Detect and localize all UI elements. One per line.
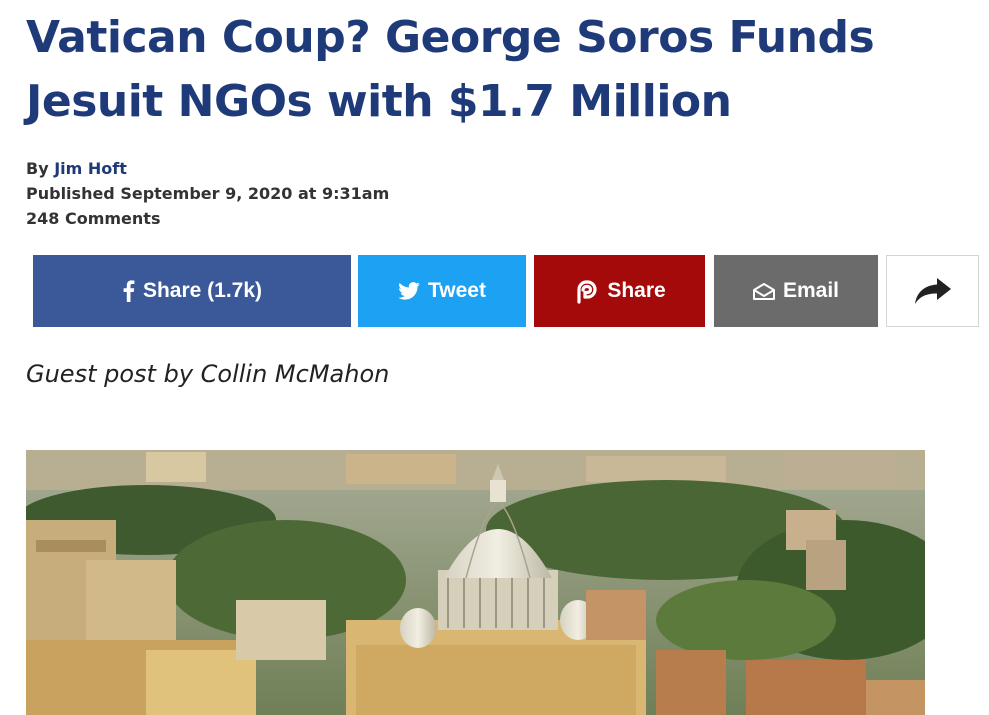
article-title: Vatican Coup? George Soros Funds Jesuit … — [26, 12, 875, 127]
more-share-button[interactable] — [886, 255, 979, 327]
tweet-label: Tweet — [428, 279, 486, 302]
tweet-button[interactable]: Tweet — [358, 255, 526, 327]
facebook-share-button[interactable]: Share (1.7k) — [33, 255, 351, 327]
article-meta: By Jim Hoft Published September 9, 2020 … — [26, 156, 389, 231]
comments-count[interactable]: 248 Comments — [26, 206, 389, 231]
twitter-icon — [398, 282, 420, 300]
byline: By Jim Hoft — [26, 156, 389, 181]
parler-share-label: Share — [607, 279, 666, 302]
email-share-label: Email — [782, 279, 840, 302]
facebook-share-label: Share (1.7k) — [142, 279, 263, 302]
author-link[interactable]: Jim Hoft — [54, 159, 127, 178]
vatican-aerial-photo — [26, 450, 925, 715]
published-date: Published September 9, 2020 at 9:31am — [26, 184, 390, 203]
facebook-icon — [123, 280, 135, 302]
email-share-button[interactable]: Email — [714, 255, 878, 327]
guest-post-byline: Guest post by Collin McMahon — [26, 360, 390, 388]
article-image-vatican — [26, 450, 925, 715]
share-arrow-icon — [914, 278, 951, 304]
email-icon — [752, 282, 775, 300]
byline-prefix: By — [26, 159, 55, 178]
parler-share-button[interactable]: Share — [534, 255, 705, 327]
parler-icon — [577, 280, 597, 304]
